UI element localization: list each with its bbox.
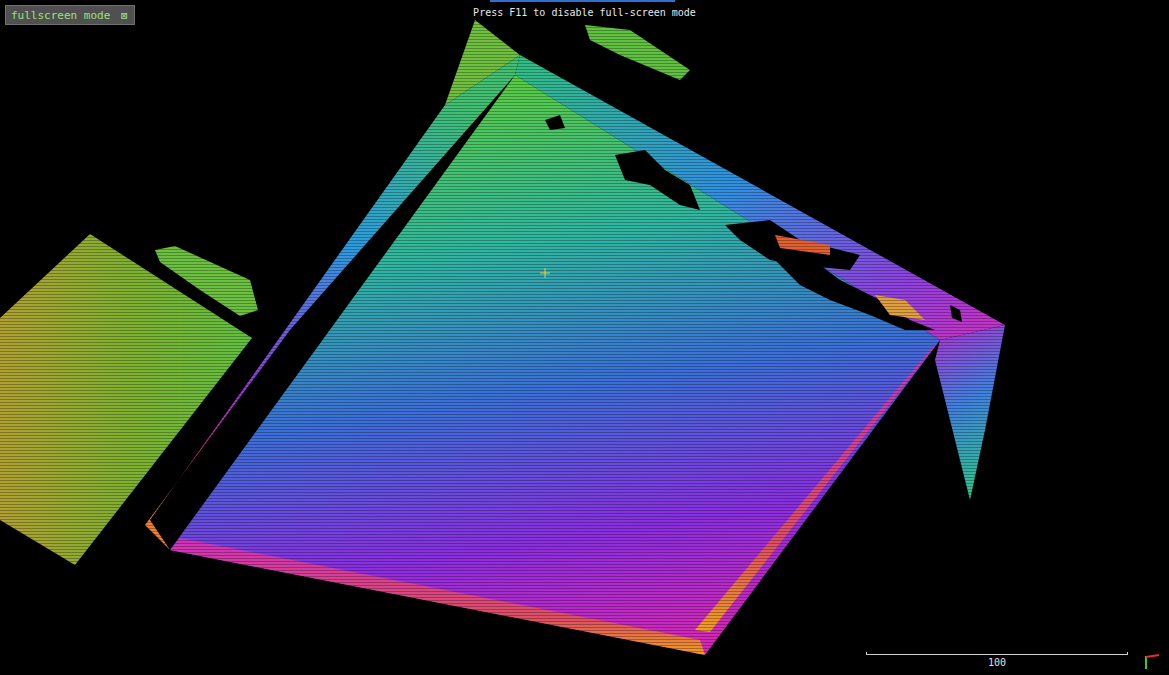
scale-bar: 100: [866, 652, 1128, 668]
fullscreen-hint: Press F11 to disable full-screen mode: [0, 7, 1169, 18]
fullscreen-mode-button[interactable]: fullscreen mode ⊠: [5, 5, 135, 25]
fullscreen-mode-label: fullscreen mode: [11, 9, 110, 22]
point-cloud-canvas[interactable]: [0, 0, 1169, 675]
axis-triad-icon: [1142, 652, 1162, 672]
exit-fullscreen-button[interactable]: ⊠: [118, 9, 130, 21]
scale-label: 100: [988, 657, 1006, 668]
top-indicator: [490, 0, 675, 2]
point-cloud-viewer[interactable]: fullscreen mode ⊠Press F11 to disable ful…: [0, 0, 1169, 675]
scale-line: [866, 652, 1128, 655]
crosshair-icon: [540, 268, 550, 278]
